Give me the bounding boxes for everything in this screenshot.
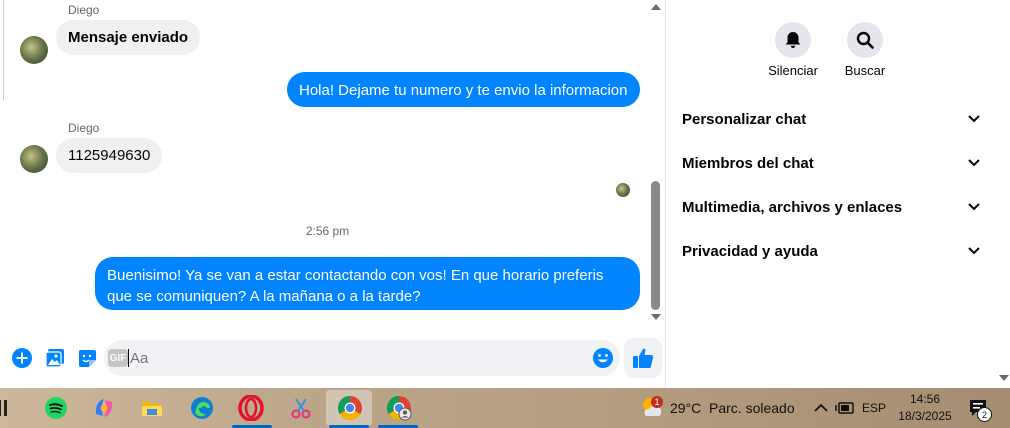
chevron-down-icon bbox=[968, 115, 980, 123]
battery-icon[interactable] bbox=[831, 394, 859, 422]
message-bubble-outgoing[interactable]: Hola! Dejame tu numero y te envio la inf… bbox=[287, 72, 640, 107]
message-input[interactable] bbox=[128, 349, 578, 367]
snipping-tool-icon[interactable] bbox=[287, 394, 315, 422]
clock-time[interactable]: 14:56 bbox=[890, 392, 960, 406]
photo-icon[interactable] bbox=[44, 347, 66, 369]
sticker-icon[interactable] bbox=[76, 347, 98, 369]
bell-icon bbox=[785, 32, 801, 48]
chevron-down-icon bbox=[968, 159, 980, 167]
avatar[interactable] bbox=[20, 36, 48, 64]
message-bubble-incoming[interactable]: 1125949630 bbox=[56, 138, 163, 173]
search-label: Buscar bbox=[844, 63, 886, 78]
message-bubble-outgoing[interactable]: Buenisimo! Ya se van a estar contactando… bbox=[95, 257, 640, 310]
page-scrollbar[interactable] bbox=[997, 0, 1010, 388]
avatar[interactable] bbox=[20, 145, 48, 173]
notification-count-badge: 2 bbox=[977, 407, 992, 422]
search-icon bbox=[856, 31, 874, 49]
like-button[interactable] bbox=[624, 338, 662, 378]
section-privacy-help[interactable]: Privacidad y ayuda bbox=[682, 236, 980, 266]
weather-alert-badge: 1 bbox=[651, 396, 663, 408]
chat-info-panel: Silenciar Buscar Personalizar chat Miemb… bbox=[667, 0, 997, 388]
scroll-down-arrow[interactable] bbox=[999, 375, 1009, 381]
copilot-icon[interactable] bbox=[90, 394, 118, 422]
section-label: Privacidad y ayuda bbox=[682, 242, 818, 260]
section-chat-members[interactable]: Miembros del chat bbox=[682, 148, 980, 178]
thumbs-up-icon bbox=[633, 348, 654, 368]
scroll-down-arrow[interactable] bbox=[651, 314, 661, 320]
taskbar: 1 29°C Parc. soleado ESP 14:56 18/3/2025… bbox=[0, 388, 1010, 428]
chrome-profile-icon[interactable] bbox=[385, 394, 413, 422]
section-label: Personalizar chat bbox=[682, 110, 807, 128]
mute-label: Silenciar bbox=[768, 63, 818, 78]
divider bbox=[0, 0, 4, 100]
message-timestamp: 2:56 pm bbox=[305, 224, 350, 238]
screen: Diego Mensaje enviado Hola! Dejame tu nu… bbox=[0, 0, 1010, 428]
message-bubble-incoming[interactable]: Mensaje enviado bbox=[56, 20, 201, 55]
chevron-down-icon bbox=[968, 203, 980, 211]
chevron-down-icon bbox=[968, 247, 980, 255]
weather-description[interactable]: Parc. soleado bbox=[709, 400, 795, 416]
chat-pane: Diego Mensaje enviado Hola! Dejame tu nu… bbox=[0, 0, 666, 388]
search-button[interactable] bbox=[847, 22, 883, 58]
section-label: Miembros del chat bbox=[682, 154, 814, 172]
seen-receipt-avatar bbox=[616, 183, 630, 197]
spotify-icon[interactable] bbox=[42, 394, 70, 422]
section-media-files-links[interactable]: Multimedia, archivos y enlaces bbox=[682, 192, 980, 222]
file-explorer-icon[interactable] bbox=[138, 394, 166, 422]
plus-icon[interactable] bbox=[11, 347, 33, 369]
scroll-up-arrow[interactable] bbox=[651, 4, 661, 10]
edge-icon[interactable] bbox=[188, 394, 216, 422]
message-composer: GIF bbox=[0, 336, 666, 380]
weather-temperature[interactable]: 29°C bbox=[670, 400, 701, 416]
message-input-box: GIF bbox=[104, 340, 620, 376]
emoji-icon[interactable] bbox=[592, 347, 614, 369]
gif-icon[interactable]: GIF bbox=[108, 349, 128, 367]
message-sender: Diego bbox=[68, 121, 100, 135]
clock-date[interactable]: 18/3/2025 bbox=[890, 409, 960, 423]
chrome-icon[interactable] bbox=[336, 394, 364, 422]
scroll-thumb[interactable] bbox=[651, 181, 660, 310]
language-indicator[interactable]: ESP bbox=[860, 401, 888, 415]
message-sender: Diego bbox=[68, 3, 100, 17]
mute-button[interactable] bbox=[775, 22, 811, 58]
section-label: Multimedia, archivos y enlaces bbox=[682, 198, 903, 216]
widgets-icon[interactable] bbox=[0, 394, 20, 422]
chat-scrollbar[interactable] bbox=[649, 0, 663, 326]
opera-icon[interactable] bbox=[237, 394, 265, 422]
section-personalize-chat[interactable]: Personalizar chat bbox=[682, 104, 980, 134]
